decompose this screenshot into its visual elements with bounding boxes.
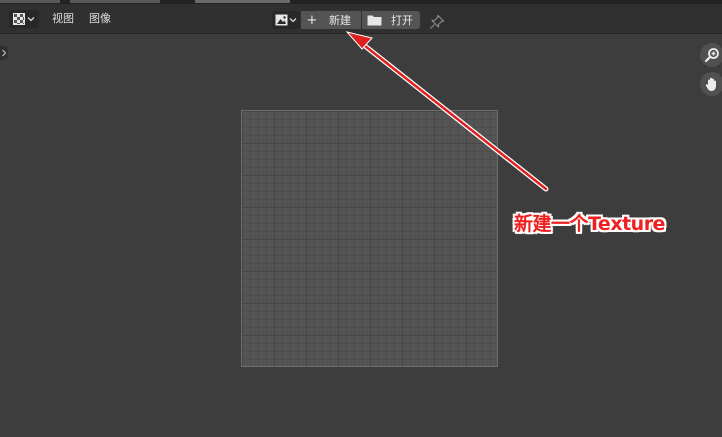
new-image-label: 新建 <box>329 14 351 27</box>
open-image-button[interactable]: 打开 <box>362 11 420 29</box>
chevron-down-icon <box>27 17 35 22</box>
annotation-label: 新建一个Texture <box>514 213 665 235</box>
hand-icon <box>705 77 716 91</box>
sidebar-toggle[interactable] <box>0 46 8 60</box>
chevron-right-icon <box>2 49 7 57</box>
plus-icon: + <box>306 12 318 28</box>
menu-image[interactable]: 图像 <box>89 12 111 26</box>
folder-icon <box>367 15 382 26</box>
pan-button[interactable] <box>700 72 722 96</box>
image-browse-dropdown[interactable] <box>272 11 300 29</box>
image-editor-window: 视图 图像 + 新建 打开 新建一个Texture <box>0 0 722 437</box>
open-image-label: 打开 <box>391 14 413 27</box>
chevron-down-icon <box>289 18 297 23</box>
zoom-button[interactable] <box>700 43 722 67</box>
zoom-magnifier-icon <box>704 48 719 63</box>
image-editor-header: 视图 图像 + 新建 打开 <box>0 4 722 34</box>
image-browse-icon <box>275 14 288 26</box>
editor-type-selector[interactable] <box>9 10 39 28</box>
new-image-button[interactable]: + 新建 <box>301 11 361 29</box>
pin-icon[interactable] <box>429 14 445 30</box>
uv-canvas-grid[interactable] <box>241 110 498 367</box>
menu-view[interactable]: 视图 <box>52 12 74 26</box>
checkerboard-image-editor-icon <box>13 13 25 25</box>
